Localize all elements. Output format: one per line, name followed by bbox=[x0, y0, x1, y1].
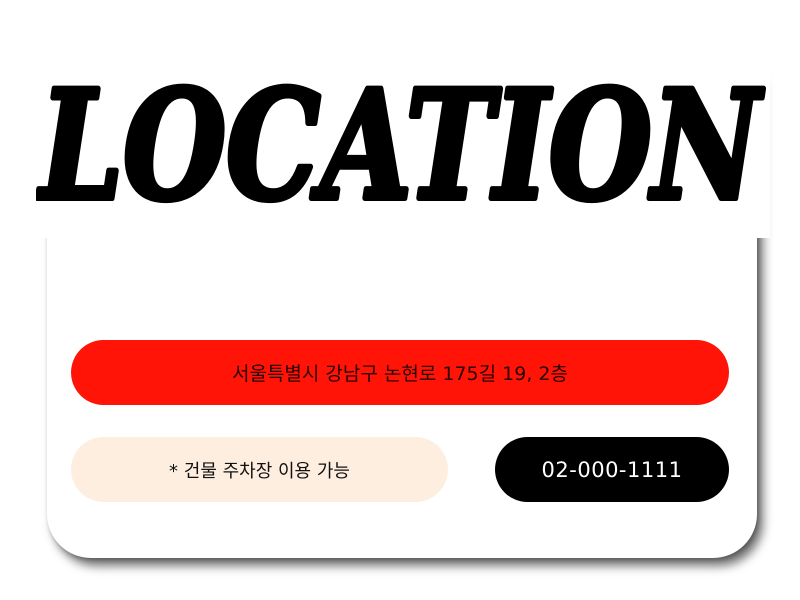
phone-number-text: 02-000-1111 bbox=[541, 457, 683, 482]
address-text: 서울특별시 강남구 논현로 175길 19, 2층 bbox=[231, 363, 568, 385]
address-badge: 서울특별시 강남구 논현로 175길 19, 2층 bbox=[71, 340, 729, 405]
page-title: LOCATION bbox=[36, 48, 766, 228]
parking-note-badge: * 건물 주차장 이용 가능 bbox=[71, 437, 448, 502]
parking-note-text: * 건물 주차장 이용 가능 bbox=[169, 460, 350, 482]
page-title-text: LOCATION bbox=[37, 58, 764, 228]
phone-button[interactable]: 02-000-1111 bbox=[495, 437, 729, 502]
